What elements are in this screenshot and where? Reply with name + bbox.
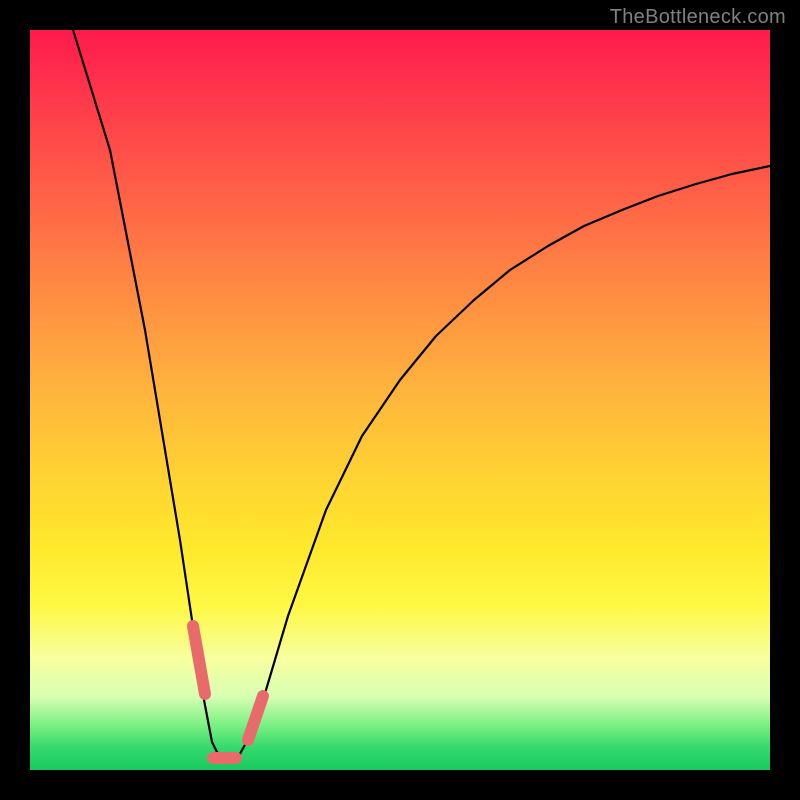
watermark-text: TheBottleneck.com xyxy=(610,6,786,29)
right-ascent-marker xyxy=(248,696,263,740)
curve-svg xyxy=(30,30,770,770)
outer-frame: TheBottleneck.com xyxy=(0,0,800,800)
plot-area xyxy=(30,30,770,770)
bottleneck-curve xyxy=(70,30,770,763)
left-descent-marker xyxy=(193,626,205,694)
